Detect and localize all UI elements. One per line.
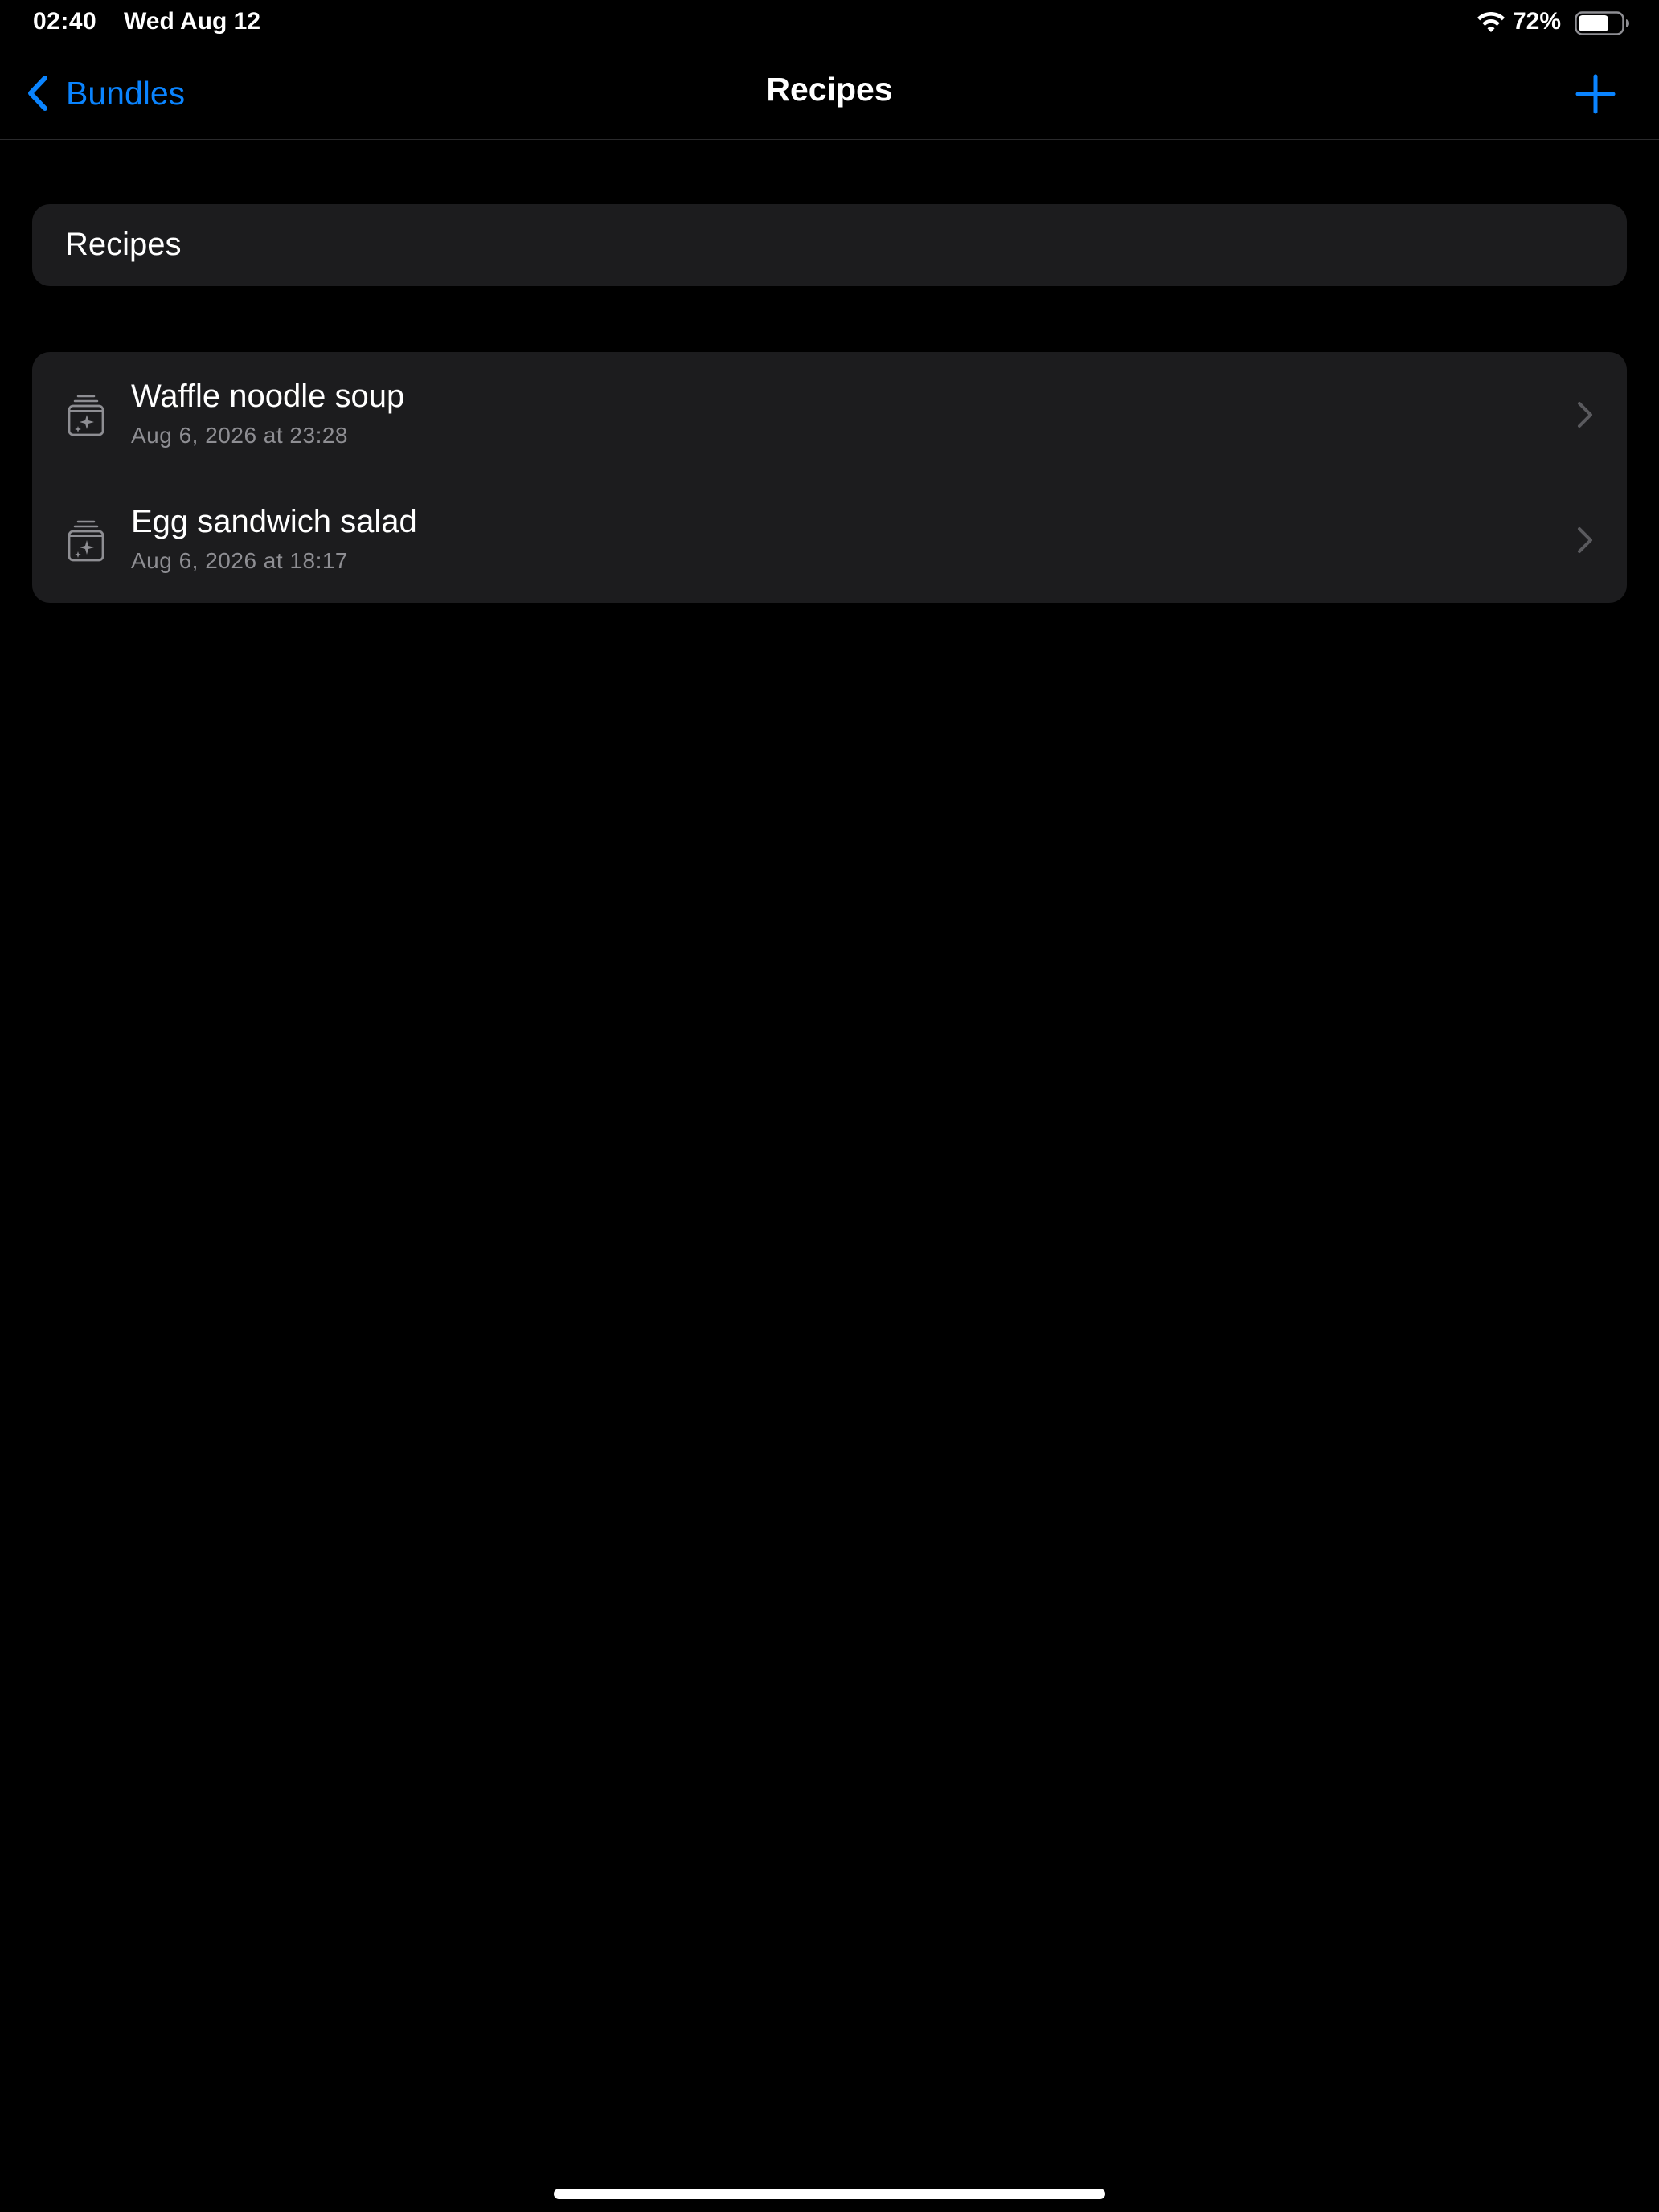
battery-percent: 72% — [1513, 8, 1562, 35]
recipe-title: Egg sandwich salad — [131, 504, 417, 539]
recipe-date: Aug 6, 2026 at 18:17 — [131, 548, 348, 573]
list-item[interactable]: Waffle noodle soup Aug 6, 2026 at 23:28 — [32, 352, 1627, 477]
navigation-bar: Bundles Recipes — [0, 45, 1659, 140]
wifi-icon — [1477, 11, 1505, 32]
plus-icon[interactable] — [1571, 70, 1620, 118]
chevron-right-icon — [1578, 402, 1592, 428]
recipe-title: Waffle noodle soup — [131, 379, 405, 414]
recipe-date: Aug 6, 2026 at 23:28 — [131, 423, 348, 448]
recipe-bundle-icon — [68, 520, 104, 562]
status-time: 02:40 — [33, 8, 97, 35]
home-indicator[interactable] — [554, 2189, 1105, 2199]
page-title: Recipes — [766, 71, 893, 108]
chevron-right-icon — [1578, 527, 1592, 553]
status-bar: 02:40 Wed Aug 12 72% — [0, 0, 1659, 45]
status-date: Wed Aug 12 — [124, 8, 261, 35]
recipe-list: Waffle noodle soup Aug 6, 2026 at 23:28 … — [32, 352, 1627, 603]
section-header-label: Recipes — [65, 227, 182, 262]
recipe-bundle-icon — [68, 395, 104, 436]
list-item[interactable]: Egg sandwich salad Aug 6, 2026 at 18:17 — [32, 477, 1627, 603]
section-header-card: Recipes — [32, 204, 1627, 286]
battery-icon — [1575, 11, 1629, 35]
